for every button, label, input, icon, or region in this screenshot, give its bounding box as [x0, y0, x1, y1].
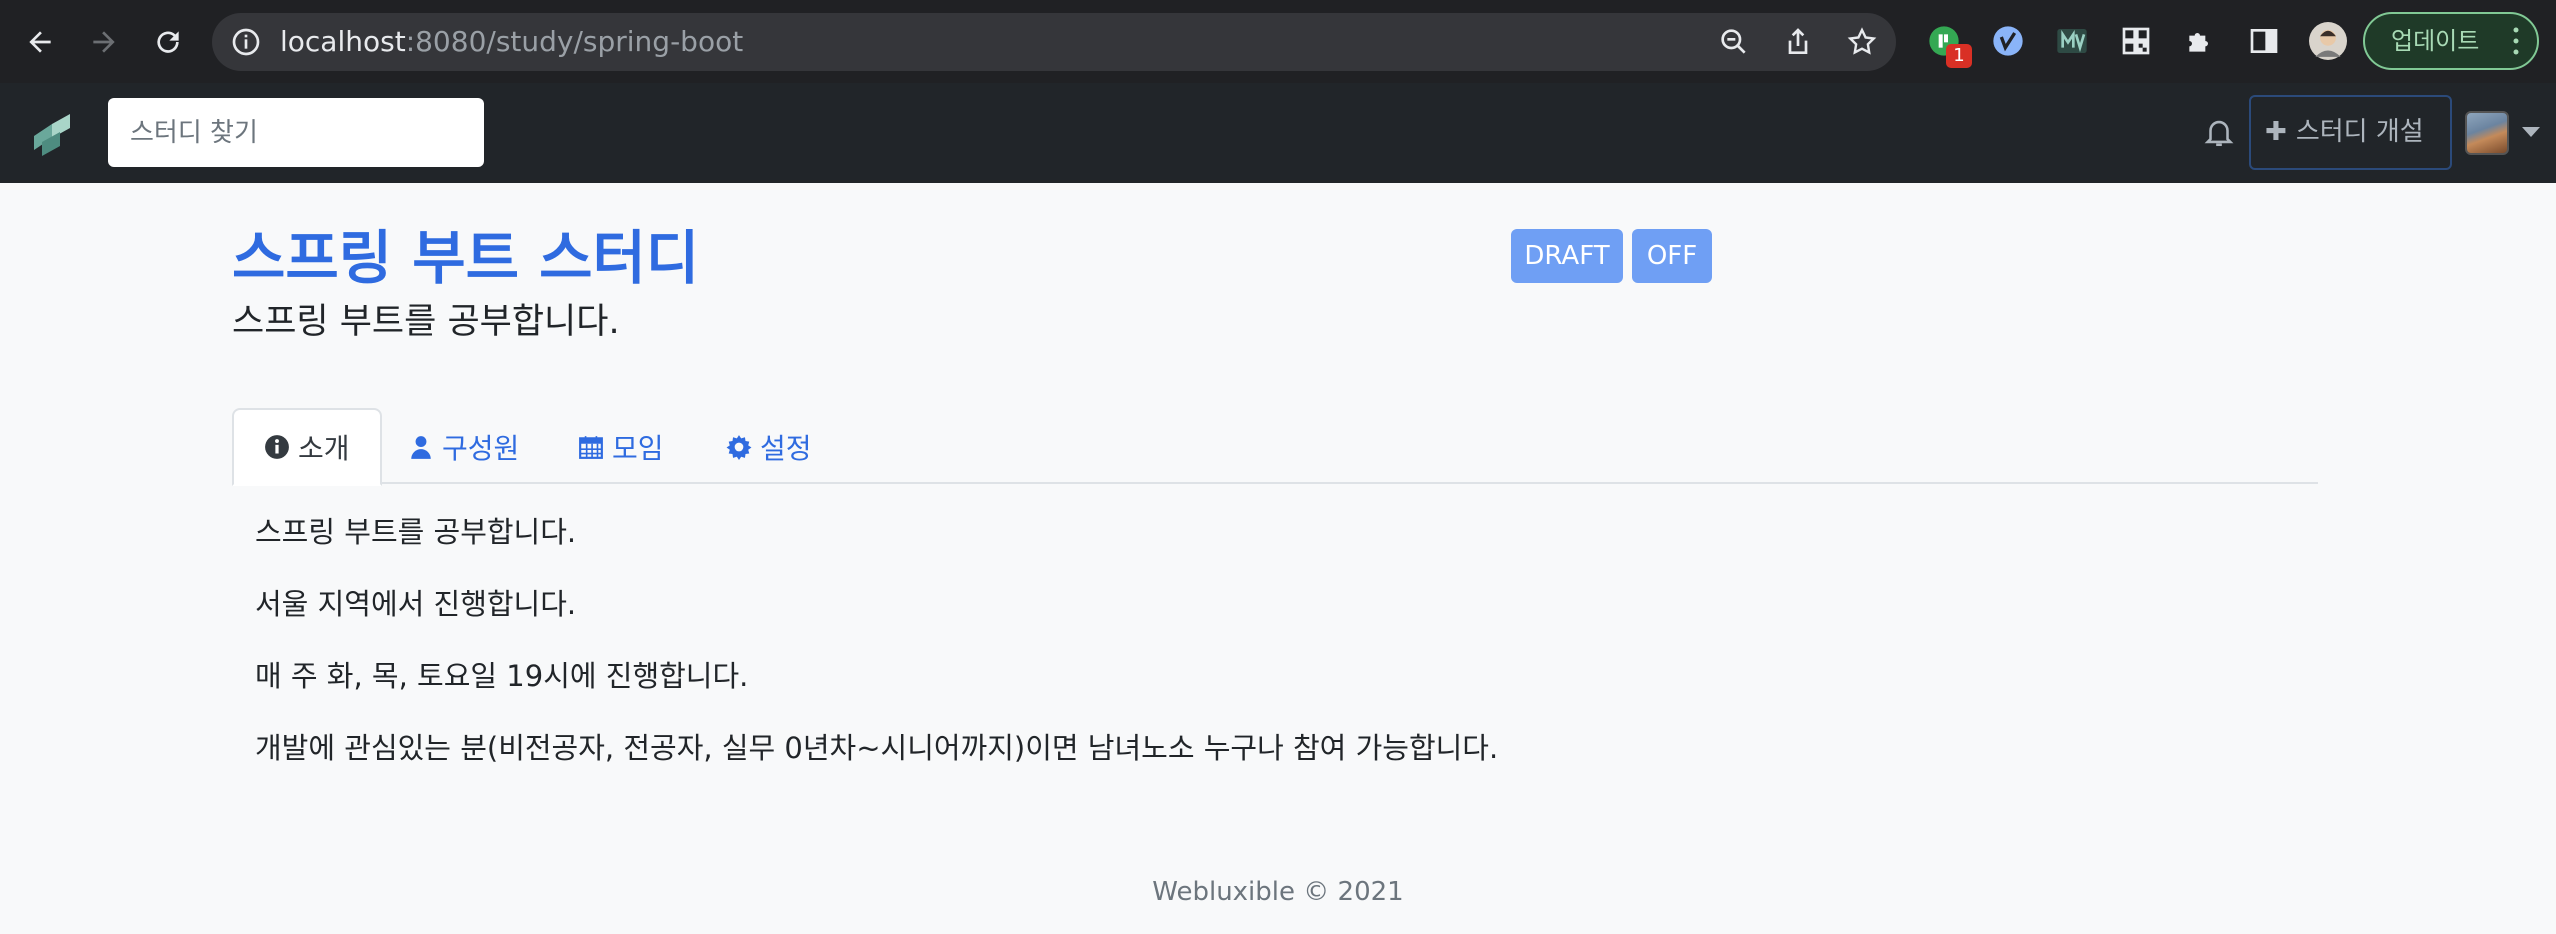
- extensions-puzzle-icon[interactable]: [2181, 22, 2219, 60]
- browser-toolbar: localhost:8080/study/spring-boot 1 업데이트: [0, 0, 2556, 83]
- extension-blue-glyph-icon: [1993, 26, 2023, 56]
- qr-code-icon: [2122, 27, 2150, 55]
- arrow-left-icon: [29, 31, 51, 53]
- reload-button[interactable]: [146, 20, 190, 64]
- create-study-button[interactable]: ✚ 스터디 개설: [2249, 95, 2452, 170]
- share-icon[interactable]: [1782, 26, 1814, 58]
- description-paragraph: 개발에 관심있는 분(비전공자, 전공자, 실무 0년차~시니어까지)이면 남녀…: [255, 731, 1499, 765]
- info-circle-icon: [265, 435, 289, 459]
- tab-info[interactable]: 소개: [232, 408, 382, 486]
- description-paragraph: 스프링 부트를 공부합니다.: [255, 515, 577, 549]
- footer-copyright: Webluxible © 2021: [1152, 877, 1404, 907]
- tab-members[interactable]: 구성원: [408, 408, 519, 486]
- description-paragraph: 서울 지역에서 진행합니다.: [255, 587, 577, 621]
- url-text: localhost:8080/study/spring-boot: [280, 25, 744, 58]
- address-bar[interactable]: localhost:8080/study/spring-boot: [212, 13, 1896, 71]
- extension-m-glyph-icon: [2057, 29, 2087, 53]
- update-button[interactable]: 업데이트: [2363, 12, 2539, 70]
- tab-events[interactable]: 모임: [578, 408, 664, 486]
- reload-icon: [157, 31, 179, 53]
- study-search-input[interactable]: [108, 98, 484, 167]
- caret-down-icon[interactable]: [2522, 127, 2540, 137]
- study-tabs: 소개 구성원 모임 설정: [232, 408, 2318, 486]
- more-vert-icon: [2513, 27, 2519, 55]
- arrow-right-icon: [93, 31, 115, 53]
- puzzle-icon: [2189, 33, 2208, 52]
- extension-vimeo-icon[interactable]: [1989, 22, 2027, 60]
- notification-bell-icon[interactable]: [2202, 114, 2236, 150]
- side-panel-icon[interactable]: [2245, 22, 2283, 60]
- extension-qr-icon[interactable]: [2117, 22, 2155, 60]
- study-short-description: 스프링 부트를 공부합니다.: [232, 302, 620, 342]
- user-avatar[interactable]: [2465, 111, 2509, 155]
- bookmark-star-icon[interactable]: [1846, 26, 1878, 58]
- zoom-out-icon[interactable]: [1718, 26, 1750, 58]
- profile-avatar-icon[interactable]: [2309, 22, 2347, 60]
- site-info-icon[interactable]: [230, 26, 262, 58]
- gear-icon: [726, 435, 752, 460]
- app-navbar: ✚ 스터디 개설: [0, 83, 2556, 183]
- extension-m-icon[interactable]: [2053, 22, 2091, 60]
- plus-icon: ✚: [2265, 117, 2296, 147]
- tab-settings[interactable]: 설정: [726, 408, 812, 486]
- logo-icon[interactable]: [24, 106, 80, 162]
- study-title[interactable]: 스프링 부트 스터디: [232, 223, 699, 293]
- status-badge-off[interactable]: OFF: [1632, 229, 1712, 283]
- calendar-icon: [579, 436, 603, 459]
- status-badge-draft[interactable]: DRAFT: [1511, 229, 1623, 283]
- extension-badge: 1: [1946, 44, 1972, 68]
- back-button[interactable]: [18, 20, 62, 64]
- profile-photo-icon: [2309, 22, 2347, 60]
- user-icon: [411, 436, 431, 459]
- side-panel-glyph-icon: [2250, 29, 2278, 53]
- forward-button[interactable]: [82, 20, 126, 64]
- description-paragraph: 매 주 화, 목, 토요일 19시에 진행합니다.: [255, 659, 749, 693]
